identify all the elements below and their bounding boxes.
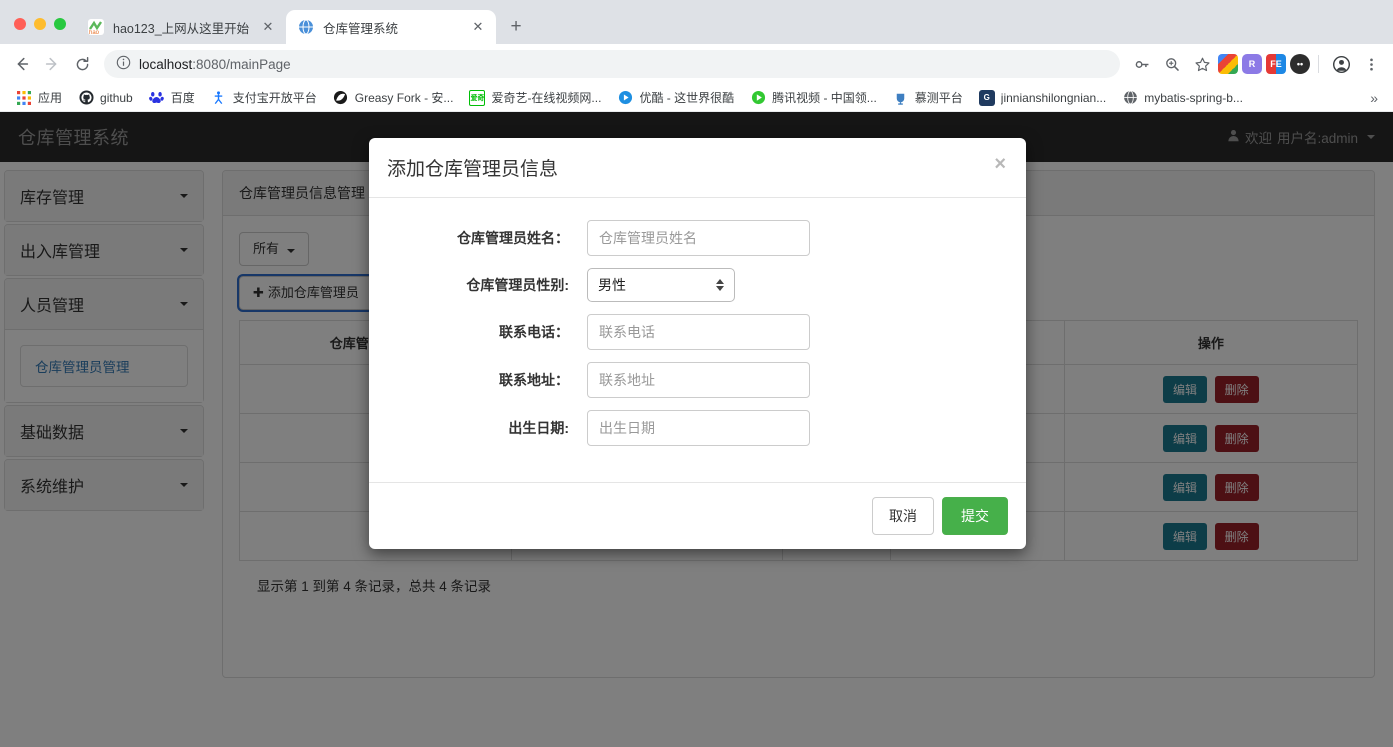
form-row-address: 联系地址：	[387, 362, 1008, 398]
bookmark-label: 优酷 - 这世界很酷	[639, 91, 735, 105]
form-row-name: 仓库管理员姓名：	[387, 220, 1008, 256]
star-icon[interactable]	[1188, 50, 1216, 78]
browser-toolbar: localhost:8080/mainPage R FE ••	[0, 44, 1393, 84]
browser-window: hao hao123_上网从这里开始 ✕ 仓库管理系统 ✕ + localhos…	[0, 0, 1393, 747]
bookmark-label: jinnianshilongnian...	[1000, 90, 1107, 105]
close-window-button[interactable]	[14, 18, 26, 30]
field-label-address: 联系地址：	[499, 372, 569, 388]
add-admin-modal: 添加仓库管理员信息 × 仓库管理员姓名： 仓库管理员性别: 男性 女性	[369, 138, 1026, 549]
address-bar-url: localhost:8080/mainPage	[139, 56, 291, 72]
extension-fe-icon[interactable]: FE	[1266, 54, 1286, 74]
close-icon[interactable]: ×	[992, 154, 1008, 174]
menu-icon[interactable]	[1357, 50, 1385, 78]
bookmark-label: 百度	[170, 91, 195, 105]
svg-text:hao: hao	[89, 30, 100, 35]
bookmark-github[interactable]: github	[71, 87, 140, 109]
reload-icon[interactable]	[68, 50, 96, 78]
bookmark-label: 爱奇艺-在线视频网...	[491, 91, 602, 105]
baidu-icon	[149, 90, 165, 106]
tencent-video-icon	[750, 90, 766, 106]
zoom-icon[interactable]	[1158, 50, 1186, 78]
window-controls	[8, 18, 76, 44]
name-input[interactable]	[587, 220, 810, 256]
forward-icon[interactable]	[38, 50, 66, 78]
bookmark-alipay[interactable]: 支付宝开放平台	[204, 86, 324, 109]
tab-strip: hao hao123_上网从这里开始 ✕ 仓库管理系统 ✕ +	[0, 0, 1393, 44]
github-icon	[78, 90, 94, 106]
field-label-phone: 联系电话：	[499, 324, 569, 340]
bookmarks-bar: 应用 github 百度 支付宝开放平台 Greasy Fork - 安...	[0, 84, 1393, 112]
back-icon[interactable]	[8, 50, 36, 78]
gender-select[interactable]: 男性 女性	[587, 268, 735, 302]
bookmark-greasyfork[interactable]: Greasy Fork - 安...	[326, 86, 461, 109]
bookmark-jinnianshilongnian[interactable]: G jinnianshilongnian...	[972, 87, 1113, 109]
bookmark-baidu[interactable]: 百度	[142, 86, 202, 109]
close-tab-button[interactable]: ✕	[470, 19, 486, 35]
maximize-window-button[interactable]	[54, 18, 66, 30]
bookmark-label: 慕测平台	[914, 91, 963, 105]
bookmark-label: github	[100, 90, 133, 105]
modal-footer: 取消 提交	[369, 482, 1026, 549]
bookmark-label: 支付宝开放平台	[232, 91, 317, 105]
form-row-birthdate: 出生日期:	[387, 410, 1008, 446]
bookmark-label: mybatis-spring-b...	[1144, 90, 1243, 105]
address-input[interactable]	[587, 362, 810, 398]
form-row-gender: 仓库管理员性别: 男性 女性	[387, 268, 1008, 302]
browser-tab-warehouse[interactable]: 仓库管理系统 ✕	[286, 10, 496, 44]
bookmark-mybatis-spring[interactable]: mybatis-spring-b...	[1115, 87, 1250, 109]
alipay-icon	[211, 90, 227, 106]
minimize-window-button[interactable]	[34, 18, 46, 30]
toolbar-divider	[1318, 55, 1319, 73]
muce-icon	[893, 90, 909, 106]
apps-grid-icon	[16, 90, 32, 106]
app-page: 仓库管理系统 欢迎 用户名:admin 库存管理	[0, 112, 1393, 747]
browser-tab-hao123[interactable]: hao hao123_上网从这里开始 ✕	[76, 10, 286, 44]
bookmark-apps[interactable]: 应用	[9, 86, 69, 109]
tab-title: hao123_上网从这里开始	[113, 21, 250, 36]
new-tab-button[interactable]: +	[502, 13, 530, 41]
tab-title: 仓库管理系统	[323, 21, 399, 36]
address-bar[interactable]: localhost:8080/mainPage	[104, 50, 1120, 78]
close-tab-button[interactable]: ✕	[260, 19, 276, 35]
hao123-icon: hao	[88, 19, 104, 35]
cancel-button[interactable]: 取消	[872, 497, 934, 535]
extension-r-icon[interactable]: R	[1242, 54, 1262, 74]
bookmark-label: 应用	[38, 91, 63, 105]
greasyfork-icon	[333, 90, 349, 106]
modal-title: 添加仓库管理员信息	[387, 159, 559, 180]
profile-icon[interactable]	[1327, 50, 1355, 78]
bookmarks-overflow-button[interactable]: »	[1364, 87, 1384, 109]
youku-icon	[617, 90, 633, 106]
phone-input[interactable]	[587, 314, 810, 350]
field-label-birthdate: 出生日期:	[508, 420, 569, 436]
modal-header: 添加仓库管理员信息 ×	[369, 138, 1026, 198]
gender-select-wrapper: 男性 女性	[587, 268, 735, 302]
bookmark-youku[interactable]: 优酷 - 这世界很酷	[610, 86, 741, 109]
field-label-name: 仓库管理员姓名：	[457, 230, 569, 246]
form-row-phone: 联系电话：	[387, 314, 1008, 350]
info-circle-icon[interactable]	[116, 55, 131, 73]
extension-colorful-icon[interactable]	[1218, 54, 1238, 74]
bookmark-icon: G	[978, 89, 995, 106]
extension-icons: R FE ••	[1218, 54, 1310, 74]
extension-dark-icon[interactable]: ••	[1290, 54, 1310, 74]
globe-icon	[1122, 90, 1138, 106]
bookmark-label: Greasy Fork - 安...	[354, 91, 454, 105]
submit-button[interactable]: 提交	[942, 497, 1008, 535]
bookmark-iqiyi[interactable]: 爱奇 爱奇艺-在线视频网...	[462, 86, 608, 109]
globe-icon	[298, 19, 314, 35]
bookmark-muce[interactable]: 慕测平台	[886, 86, 970, 109]
bookmark-tencent-video[interactable]: 腾讯视频 - 中国领...	[743, 86, 884, 109]
key-icon[interactable]	[1128, 50, 1156, 78]
bookmark-label: 腾讯视频 - 中国领...	[772, 91, 877, 105]
birthdate-input[interactable]	[587, 410, 810, 446]
modal-body: 仓库管理员姓名： 仓库管理员性别: 男性 女性	[369, 198, 1026, 482]
field-label-gender: 仓库管理员性别:	[466, 277, 569, 293]
iqiyi-icon: 爱奇	[469, 89, 486, 106]
